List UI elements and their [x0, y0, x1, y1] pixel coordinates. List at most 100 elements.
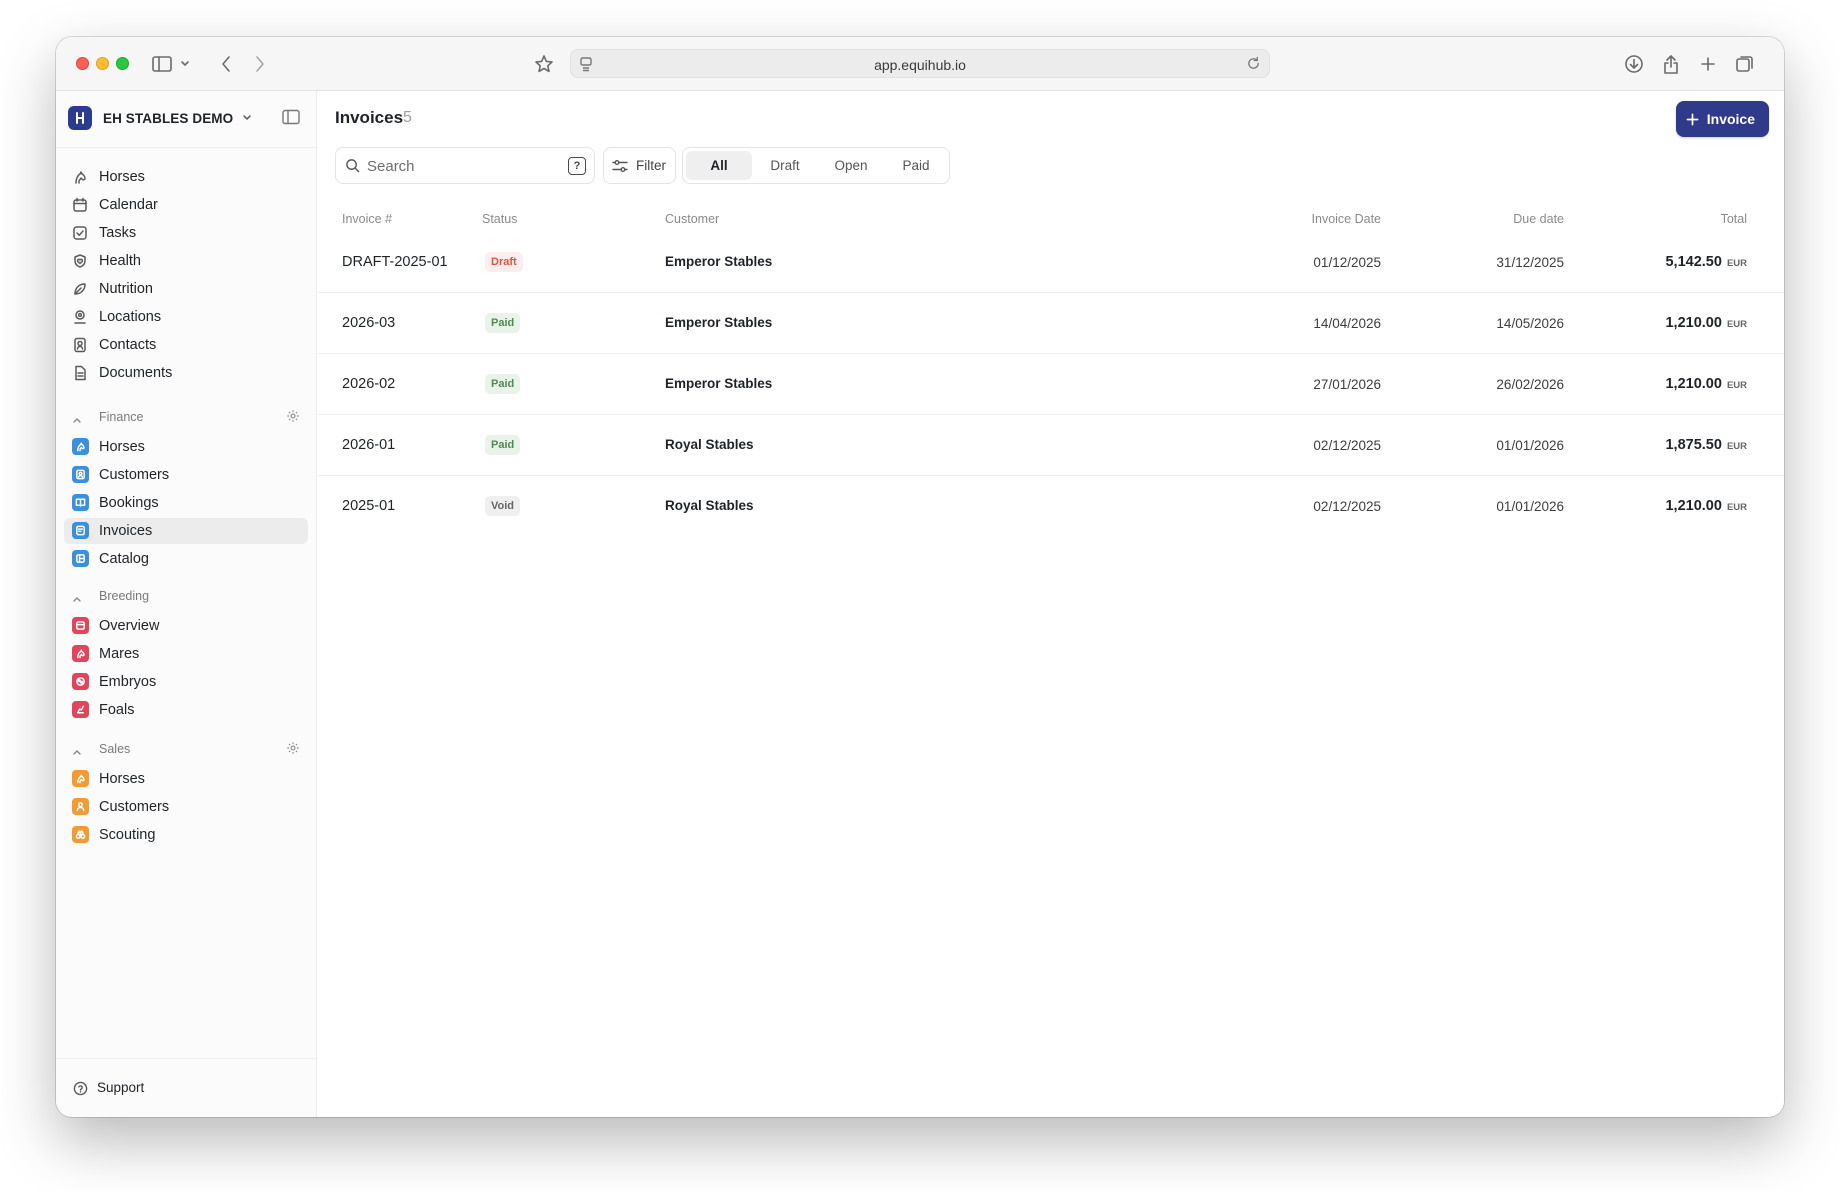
sidebar-item-label: Documents — [99, 365, 173, 381]
table-row[interactable]: 2025-01 Void Royal Stables 02/12/2025 01… — [318, 476, 1784, 537]
search-input[interactable] — [367, 155, 557, 177]
customer-name: Emperor Stables — [665, 315, 773, 330]
browser-toolbar: app.equihub.io — [56, 37, 1784, 91]
zoom-window-button[interactable] — [116, 57, 129, 70]
tasks-icon — [72, 225, 88, 241]
org-switcher[interactable]: EH STABLES DEMO — [68, 105, 252, 131]
status-badge: Draft — [485, 252, 523, 272]
sidebar-item-sales-scouting[interactable]: Scouting — [64, 822, 308, 848]
column-header-customer[interactable]: Customer — [665, 212, 719, 226]
sidebar-item-label: Customers — [99, 799, 170, 815]
invoice-icon — [72, 522, 89, 539]
sidebar-item-nutrition[interactable]: Nutrition — [64, 276, 308, 302]
sidebar-item-locations[interactable]: Locations — [64, 304, 308, 330]
status-badge: Paid — [485, 374, 521, 394]
nutrition-icon — [72, 281, 88, 297]
section-sales[interactable]: Sales — [64, 739, 308, 759]
tab-open[interactable]: Open — [818, 151, 884, 180]
search-help-icon[interactable]: ? — [568, 157, 586, 175]
sidebar-item-documents[interactable]: Documents — [64, 360, 308, 386]
search-icon — [345, 158, 360, 178]
section-breeding[interactable]: Breeding — [64, 586, 308, 606]
gear-icon[interactable] — [286, 409, 300, 428]
org-logo-icon — [68, 106, 92, 130]
sidebar-item-label: Embryos — [99, 674, 157, 690]
sidebar-item-label: Horses — [99, 169, 145, 185]
filter-label: Filter — [636, 158, 666, 173]
chevron-up-icon — [72, 411, 82, 429]
status-badge: Void — [485, 496, 521, 516]
sidebar-item-finance-catalog[interactable]: Catalog — [64, 546, 308, 572]
chevron-up-icon — [72, 590, 82, 608]
sidebar-item-horses[interactable]: Horses — [64, 164, 308, 190]
tab-overview-icon[interactable] — [1733, 52, 1757, 76]
sidebar-item-sales-horses[interactable]: Horses — [64, 766, 308, 792]
new-invoice-button[interactable]: Invoice — [1675, 101, 1769, 137]
sidebar-toggle-icon[interactable] — [150, 52, 174, 76]
table-row[interactable]: 2026-01 Paid Royal Stables 02/12/2025 01… — [318, 415, 1784, 476]
sidebar-item-finance-horses[interactable]: Horses — [64, 434, 308, 460]
total-amount: 1,875.50 — [1665, 437, 1722, 453]
address-bar[interactable]: app.equihub.io — [570, 49, 1270, 78]
sidebar-item-finance-customers[interactable]: Customers — [64, 462, 308, 488]
column-header-total[interactable]: Total — [1721, 212, 1747, 226]
bookmark-star-icon[interactable] — [532, 52, 556, 76]
sidebar-item-label: Horses — [99, 771, 145, 787]
sidebar-item-finance-invoices[interactable]: Invoices — [64, 518, 308, 544]
support-link[interactable]: Support — [64, 1075, 308, 1101]
column-header-invoice-date[interactable]: Invoice Date — [1312, 212, 1381, 226]
tab-all[interactable]: All — [686, 151, 752, 180]
sidebar-item-tasks[interactable]: Tasks — [64, 220, 308, 246]
downloads-icon[interactable] — [1622, 52, 1646, 76]
gear-icon[interactable] — [286, 741, 300, 760]
search-box[interactable]: ? — [335, 147, 595, 184]
currency-code: EUR — [1726, 502, 1747, 513]
url-text: app.equihub.io — [874, 57, 966, 73]
column-header-due-date[interactable]: Due date — [1513, 212, 1564, 226]
sidebar-item-label: Contacts — [99, 337, 157, 353]
column-header-invoice[interactable]: Invoice # — [342, 212, 392, 226]
new-tab-icon[interactable] — [1696, 52, 1720, 76]
table-row[interactable]: 2026-02 Paid Emperor Stables 27/01/2026 … — [318, 354, 1784, 415]
divider — [56, 147, 316, 148]
sidebar-item-finance-bookings[interactable]: Bookings — [64, 490, 308, 516]
section-label: Breeding — [99, 589, 150, 603]
sidebar-item-breeding-embryos[interactable]: Embryos — [64, 669, 308, 695]
close-window-button[interactable] — [76, 57, 89, 70]
table-row[interactable]: DRAFT-2025-01 Draft Emperor Stables 01/1… — [318, 232, 1784, 293]
forward-icon[interactable] — [248, 52, 272, 76]
sidebar-item-calendar[interactable]: Calendar — [64, 192, 308, 218]
invoice-total: 1,210.00 EUR — [1665, 498, 1747, 514]
sidebar-item-breeding-mares[interactable]: Mares — [64, 641, 308, 667]
sidebar-item-health[interactable]: Health — [64, 248, 308, 274]
sidebar-item-breeding-overview[interactable]: Overview — [64, 613, 308, 639]
sidebar-item-contacts[interactable]: Contacts — [64, 332, 308, 358]
column-header-status[interactable]: Status — [482, 212, 517, 226]
filter-button[interactable]: Filter — [603, 147, 676, 184]
invoice-total: 1,210.00 EUR — [1665, 376, 1747, 392]
customer-name: Emperor Stables — [665, 254, 773, 269]
calendar-icon — [72, 197, 88, 213]
collapse-sidebar-icon[interactable] — [282, 109, 300, 130]
documents-icon — [72, 365, 88, 381]
tab-paid[interactable]: Paid — [884, 151, 948, 180]
due-date: 01/01/2026 — [1496, 499, 1564, 514]
new-invoice-label: Invoice — [1706, 111, 1755, 127]
sidebar-item-label: Calendar — [99, 197, 158, 213]
sidebar-item-label: Mares — [99, 646, 140, 662]
customers-icon — [72, 466, 89, 483]
chevron-down-icon[interactable] — [178, 52, 192, 76]
minimize-window-button[interactable] — [96, 57, 109, 70]
section-label: Sales — [99, 742, 131, 756]
sidebar-item-sales-customers[interactable]: Customers — [64, 794, 308, 820]
share-icon[interactable] — [1659, 52, 1683, 76]
section-finance[interactable]: Finance — [64, 407, 308, 427]
reload-icon[interactable] — [1246, 56, 1261, 76]
due-date: 14/05/2026 — [1496, 316, 1564, 331]
total-amount: 5,142.50 — [1665, 254, 1722, 270]
back-icon[interactable] — [214, 52, 238, 76]
sidebar-item-breeding-foals[interactable]: Foals — [64, 697, 308, 723]
tab-draft[interactable]: Draft — [752, 151, 818, 180]
foal-icon — [72, 701, 89, 718]
table-row[interactable]: 2026-03 Paid Emperor Stables 14/04/2026 … — [318, 293, 1784, 354]
